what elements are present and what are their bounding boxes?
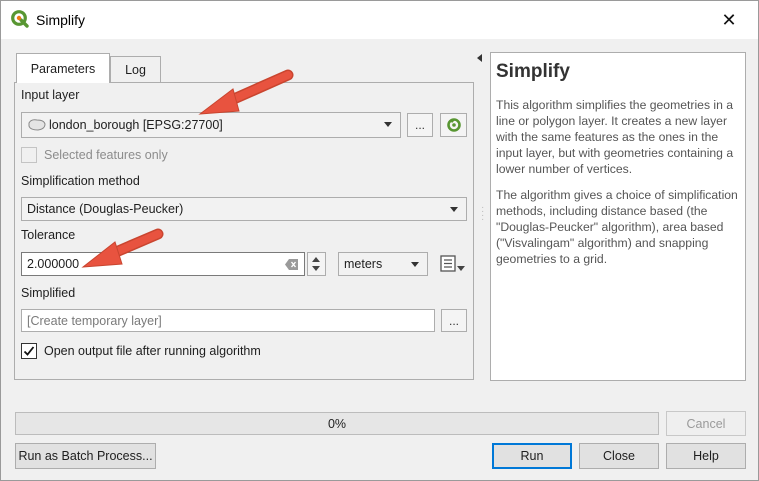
input-layer-label: Input layer (21, 88, 80, 102)
input-layer-select[interactable]: london_borough [EPSG:27700] (21, 112, 401, 138)
chevron-down-icon (450, 207, 458, 212)
help-paragraph: The algorithm gives a choice of simplifi… (496, 188, 738, 266)
title-bar: Simplify ✕ (1, 1, 758, 39)
simplified-output-input[interactable]: [Create temporary layer] (21, 309, 435, 332)
tolerance-value: 2.000000 (27, 257, 80, 271)
iterate-green-icon (446, 118, 461, 132)
window-title: Simplify (36, 12, 86, 28)
tolerance-spinner[interactable] (307, 252, 326, 276)
checkmark-icon (23, 346, 35, 356)
cancel-button[interactable]: Cancel (666, 411, 746, 436)
help-paragraph: This algorithm simplifies the geometries… (496, 98, 734, 176)
clear-text-icon[interactable] (285, 259, 298, 270)
tolerance-label: Tolerance (21, 228, 76, 242)
progress-text: 0% (327, 416, 347, 431)
help-title: Simplify (496, 61, 570, 82)
simplification-method-select[interactable]: Distance (Douglas-Peucker) (21, 197, 467, 221)
splitter-handle[interactable]: · · · · (481, 203, 484, 225)
simplified-output-label: Simplified (21, 286, 76, 300)
input-layer-value: london_borough [EPSG:27700] (49, 118, 223, 132)
progress-bar: 0% (15, 412, 659, 435)
tolerance-unit-value: meters (344, 257, 383, 271)
input-layer-browse-button[interactable]: ... (407, 113, 433, 137)
chevron-down-icon (411, 262, 419, 267)
open-output-label: Open output file after running algorithm (44, 344, 261, 358)
close-button[interactable]: Close (579, 443, 659, 469)
tab-parameters[interactable]: Parameters (16, 53, 110, 83)
open-output-checkbox[interactable] (21, 343, 37, 359)
selected-features-only-label: Selected features only (44, 148, 168, 162)
iterate-features-button[interactable] (440, 113, 467, 137)
spin-up-icon[interactable] (312, 257, 320, 262)
tolerance-input[interactable]: 2.000000 (21, 252, 305, 276)
qgis-logo-icon (11, 10, 29, 28)
run-as-batch-button[interactable]: Run as Batch Process... (15, 443, 156, 469)
simplify-dialog: Simplify ✕ Parameters Log Input layer lo… (0, 0, 759, 481)
simplified-output-placeholder: [Create temporary layer] (27, 313, 162, 328)
polygon-layer-icon (28, 119, 46, 131)
selected-features-only-checkbox[interactable] (21, 147, 37, 163)
data-defined-override-button[interactable] (439, 253, 467, 275)
help-button[interactable]: Help (666, 443, 746, 469)
output-browse-button[interactable]: ... (441, 309, 467, 332)
chevron-down-icon (384, 122, 392, 127)
tolerance-unit-select[interactable]: meters (338, 252, 428, 276)
spin-down-icon[interactable] (312, 266, 320, 271)
simplification-method-label: Simplification method (21, 174, 140, 188)
run-button[interactable]: Run (492, 443, 572, 469)
help-panel: Simplify This algorithm simplifies the g… (490, 52, 746, 381)
data-defined-override-icon (440, 255, 465, 272)
collapse-help-icon[interactable] (477, 54, 482, 62)
simplification-method-value: Distance (Douglas-Peucker) (27, 202, 184, 216)
close-window-button[interactable]: ✕ (706, 5, 752, 35)
tab-log[interactable]: Log (110, 56, 161, 82)
